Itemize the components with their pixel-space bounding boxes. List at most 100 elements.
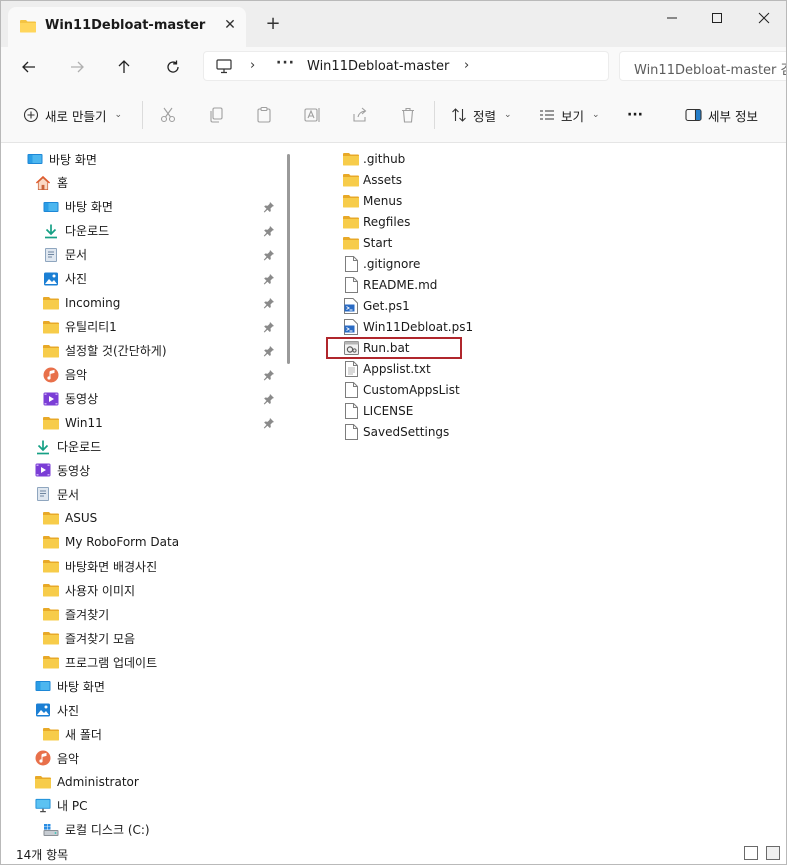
view-button[interactable]: 보기 ⌄ bbox=[539, 103, 600, 127]
folder-icon bbox=[43, 630, 59, 646]
file-item[interactable]: Win11Debloat.ps1 bbox=[343, 316, 473, 337]
file-item[interactable]: Regfiles bbox=[343, 211, 410, 232]
sort-button[interactable]: 정렬 ⌄ bbox=[451, 103, 512, 127]
sidebar-item[interactable]: 사용자 이미지 bbox=[43, 579, 135, 601]
sidebar-item[interactable]: 유틸리티1 bbox=[43, 316, 117, 338]
file-list[interactable]: .github Assets Menus Regfiles Start .gitignor… bbox=[297, 144, 786, 842]
folder-icon bbox=[20, 19, 36, 36]
forward-button[interactable] bbox=[64, 54, 90, 80]
sidebar-item[interactable]: Incoming bbox=[43, 292, 120, 314]
sidebar-item[interactable]: 바탕 화면 bbox=[35, 675, 105, 697]
pin-icon[interactable] bbox=[263, 321, 275, 333]
sidebar-item[interactable]: 새 폴더 bbox=[43, 723, 102, 745]
address-bar[interactable]: › ··· Win11Debloat-master › bbox=[203, 51, 609, 81]
sidebar-item[interactable]: 바탕 화면 bbox=[43, 196, 113, 218]
pc-icon bbox=[35, 798, 51, 814]
pin-icon[interactable] bbox=[263, 249, 275, 261]
file-item[interactable]: README.md bbox=[343, 274, 437, 295]
copy-button[interactable] bbox=[207, 103, 225, 127]
refresh-button[interactable] bbox=[160, 54, 186, 80]
file-item[interactable]: .github bbox=[343, 148, 405, 169]
file-item[interactable]: SavedSettings bbox=[343, 421, 449, 442]
sidebar-item-label: 내 PC bbox=[57, 799, 88, 814]
sidebar-item[interactable]: 설정할 것(간단하게) bbox=[43, 340, 167, 362]
file-item[interactable]: Appslist.txt bbox=[343, 358, 431, 379]
document-icon bbox=[35, 486, 51, 502]
sidebar-item[interactable]: 문서 bbox=[35, 483, 79, 505]
sidebar-item[interactable]: 음악 bbox=[35, 747, 79, 769]
breadcrumb-overflow[interactable]: ··· bbox=[276, 55, 295, 71]
new-tab-button[interactable]: + bbox=[263, 14, 283, 34]
share-button[interactable] bbox=[351, 103, 369, 127]
sidebar-item[interactable]: 즐겨찾기 모음 bbox=[43, 627, 135, 649]
arrow-right-icon bbox=[71, 61, 84, 73]
pin-icon[interactable] bbox=[263, 393, 275, 405]
sidebar-item[interactable]: ASUS bbox=[43, 507, 97, 529]
sidebar-item-label: 다운로드 bbox=[57, 440, 102, 455]
tab-close-button[interactable]: ✕ bbox=[221, 16, 239, 34]
navigation-pane[interactable]: 바탕 화면 홈 바탕 화면 다운로드 문서 사진 Incoming 유틸리티1 설정할 것(간단… bbox=[1, 144, 295, 842]
back-button[interactable] bbox=[16, 54, 42, 80]
close-window-button[interactable] bbox=[749, 7, 779, 29]
details-pane-button[interactable]: 세부 정보 bbox=[685, 103, 758, 127]
sidebar-item-label: 즐겨찾기 모음 bbox=[65, 631, 136, 646]
details-view-toggle[interactable] bbox=[744, 846, 758, 860]
sidebar-item-label: 설정할 것(간단하게) bbox=[65, 344, 167, 359]
file-item[interactable]: .gitignore bbox=[343, 253, 420, 274]
file-name: LICENSE bbox=[363, 403, 414, 418]
sidebar-item[interactable]: 로컬 디스크 (C:) bbox=[43, 819, 150, 841]
cut-button[interactable] bbox=[159, 103, 177, 127]
sidebar-item[interactable]: 다운로드 bbox=[35, 436, 101, 458]
sidebar-item[interactable]: 내 PC bbox=[35, 795, 87, 817]
sidebar-item[interactable]: 바탕화면 배경사진 bbox=[43, 555, 157, 577]
sidebar-item[interactable]: 홈 bbox=[35, 172, 68, 194]
file-item[interactable]: Start bbox=[343, 232, 392, 253]
search-input[interactable]: Win11Debloat-master 검색 bbox=[619, 51, 786, 81]
tiles-view-toggle[interactable] bbox=[766, 846, 780, 860]
sidebar-item[interactable]: Administrator bbox=[35, 771, 139, 793]
up-button[interactable] bbox=[111, 54, 137, 80]
sidebar-item[interactable]: 프로그램 업데이트 bbox=[43, 651, 157, 673]
sidebar-item-label: My RoboForm Data bbox=[65, 535, 180, 550]
file-item[interactable]: Menus bbox=[343, 190, 402, 211]
pin-icon[interactable] bbox=[263, 297, 275, 309]
file-item[interactable]: Get.ps1 bbox=[343, 295, 410, 316]
sidebar-item[interactable]: 바탕 화면 bbox=[27, 148, 97, 170]
more-options-button[interactable]: ··· bbox=[627, 103, 643, 127]
maximize-button[interactable] bbox=[702, 7, 732, 29]
pin-icon[interactable] bbox=[263, 417, 275, 429]
paste-button[interactable] bbox=[255, 103, 273, 127]
sidebar-item[interactable]: Win11 bbox=[43, 412, 103, 434]
file-name: README.md bbox=[363, 277, 438, 292]
tab-win11debloat[interactable]: Win11Debloat-master ✕ bbox=[8, 7, 246, 47]
new-button[interactable]: 새로 만들기 ⌄ bbox=[23, 103, 122, 127]
pin-icon[interactable] bbox=[263, 273, 275, 285]
chevron-right-icon[interactable]: › bbox=[464, 58, 469, 73]
sidebar-item[interactable]: 동영상 bbox=[35, 459, 90, 481]
rename-button[interactable] bbox=[303, 103, 321, 127]
sidebar-item[interactable]: My RoboForm Data bbox=[43, 531, 179, 553]
sidebar-item[interactable]: 음악 bbox=[43, 364, 87, 386]
breadcrumb-current[interactable]: Win11Debloat-master bbox=[307, 59, 449, 74]
sidebar-scrollbar[interactable] bbox=[287, 154, 290, 364]
file-item-selected[interactable]: Run.bat bbox=[343, 337, 410, 358]
sidebar-item-label: 프로그램 업데이트 bbox=[65, 655, 158, 670]
delete-button[interactable] bbox=[399, 103, 417, 127]
sidebar-item[interactable]: 즐겨찾기 bbox=[43, 603, 109, 625]
sidebar-item[interactable]: 사진 bbox=[43, 268, 87, 290]
sidebar-item[interactable]: 다운로드 bbox=[43, 220, 109, 242]
pin-icon[interactable] bbox=[263, 369, 275, 381]
pin-icon[interactable] bbox=[263, 225, 275, 237]
sidebar-item[interactable]: 문서 bbox=[43, 244, 87, 266]
sidebar-item[interactable]: 사진 bbox=[35, 699, 79, 721]
pin-icon[interactable] bbox=[263, 201, 275, 213]
sidebar-item-label: 음악 bbox=[65, 368, 88, 383]
chevron-right-icon: › bbox=[250, 58, 256, 73]
sidebar-item[interactable]: 동영상 bbox=[43, 388, 98, 410]
minimize-button[interactable] bbox=[657, 7, 687, 29]
file-item[interactable]: LICENSE bbox=[343, 400, 413, 421]
file-item[interactable]: CustomAppsList bbox=[343, 379, 460, 400]
tab-title: Win11Debloat-master bbox=[45, 18, 206, 33]
file-item[interactable]: Assets bbox=[343, 169, 402, 190]
pin-icon[interactable] bbox=[263, 345, 275, 357]
